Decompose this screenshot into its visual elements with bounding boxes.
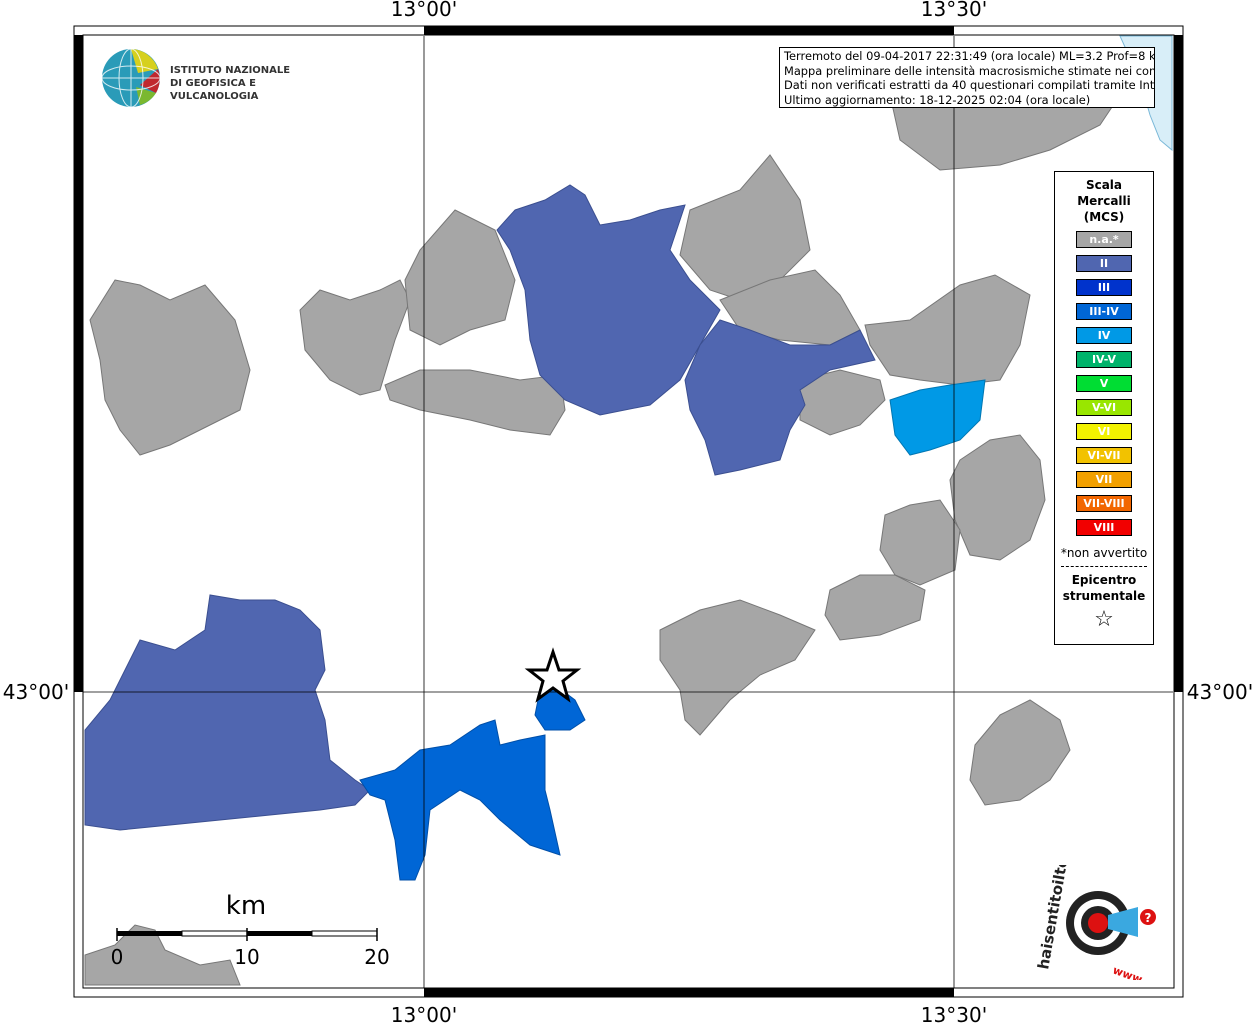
legend-items: n.a.* II III III-IV IV IV-V V V-VI VI VI-VII VII VI…	[1055, 231, 1153, 536]
legend-item: VIII	[1076, 519, 1132, 536]
legend-item: III-IV	[1076, 303, 1132, 320]
ingv-name-line1: ISTITUTO NAZIONALE	[170, 65, 291, 76]
mcs-legend: Scala Mercalli (MCS) n.a.* II III III-IV IV I…	[1054, 171, 1154, 645]
coord-label-left: 43°00'	[3, 680, 69, 704]
municipality-area	[89, 279, 251, 456]
municipality-area	[824, 574, 926, 641]
svg-text:?: ?	[1145, 911, 1152, 925]
legend-epicenter-line1: Epicentro	[1071, 573, 1137, 587]
coord-label-right: 43°00'	[1187, 680, 1253, 704]
municipality-area	[949, 434, 1046, 561]
municipality-area	[299, 279, 411, 396]
municipality-area	[889, 379, 986, 456]
coord-label-bottom-right: 13°30'	[921, 1003, 987, 1024]
legend-item: II	[1076, 255, 1132, 272]
legend-item: III	[1076, 279, 1132, 296]
legend-item: VII	[1076, 471, 1132, 488]
legend-title-line1: Scala	[1085, 178, 1123, 192]
scale-tick-0: 0	[111, 945, 124, 969]
legend-epicenter-label: Epicentro strumentale	[1055, 572, 1153, 604]
haisentito-logo: ? haisentitoilterremoto.it www.	[1030, 771, 1170, 987]
scale-tick-10: 10	[234, 945, 259, 969]
coord-label-bottom-left: 13°00'	[391, 1003, 457, 1024]
ingv-name: ISTITUTO NAZIONALE DI GEOFISICA E VULCAN…	[170, 64, 320, 103]
legend-item: n.a.*	[1076, 231, 1132, 248]
legend-item: IV-V	[1076, 351, 1132, 368]
legend-star-icon: ☆	[1094, 607, 1114, 632]
ingv-logo: ISTITUTO NAZIONALE DI GEOFISICA E VULCAN…	[100, 47, 320, 109]
event-info-line2: Mappa preliminare delle intensità macros…	[784, 63, 1155, 78]
municipality-area	[864, 274, 1031, 386]
coord-label-top-left: 13°00'	[391, 0, 457, 21]
scale-tick-20: 20	[364, 945, 389, 969]
legend-separator	[1061, 566, 1147, 567]
coord-label-top-right: 13°30'	[921, 0, 987, 21]
event-info-line1: Terremoto del 09-04-2017 22:31:49 (ora l…	[784, 49, 1155, 63]
ingv-name-line2: DI GEOFISICA E VULCANOLOGIA	[170, 78, 259, 102]
legend-item: VII-VIII	[1076, 495, 1132, 512]
municipality-area	[84, 594, 371, 831]
municipality-area	[659, 599, 816, 736]
municipality-area	[969, 699, 1071, 806]
municipality-area	[359, 719, 561, 881]
haisentito-logo-www: www.	[1111, 964, 1147, 980]
municipalities-intensity-IV	[889, 379, 986, 456]
legend-note: *non avvertito	[1060, 546, 1148, 560]
municipality-area	[879, 499, 961, 586]
scale-unit: km	[226, 891, 266, 921]
legend-item: IV	[1076, 327, 1132, 344]
legend-item: V	[1076, 375, 1132, 392]
ingv-globe-icon	[101, 48, 161, 108]
legend-title: Scala Mercalli (MCS)	[1055, 177, 1153, 225]
event-info-box: Terremoto del 09-04-2017 22:31:49 (ora l…	[779, 47, 1155, 108]
haisentito-target-icon: ? haisentitoilterremoto.it www.	[1034, 771, 1156, 987]
municipality-area	[384, 369, 566, 436]
event-info-line3: Dati non verificati estratti da 40 quest…	[784, 78, 1155, 93]
legend-item: VI	[1076, 423, 1132, 440]
legend-epicenter-line2: strumentale	[1062, 589, 1146, 603]
legend-item: VI-VII	[1076, 447, 1132, 464]
municipalities-intensity-III-IV	[359, 684, 586, 881]
legend-title-line3: (MCS)	[1083, 210, 1125, 224]
legend-item: V-VI	[1076, 399, 1132, 416]
event-info-line4: Ultimo aggiornamento: 18-12-2025 02:04 (…	[784, 92, 1091, 107]
legend-title-line2: Mercalli	[1077, 194, 1131, 208]
